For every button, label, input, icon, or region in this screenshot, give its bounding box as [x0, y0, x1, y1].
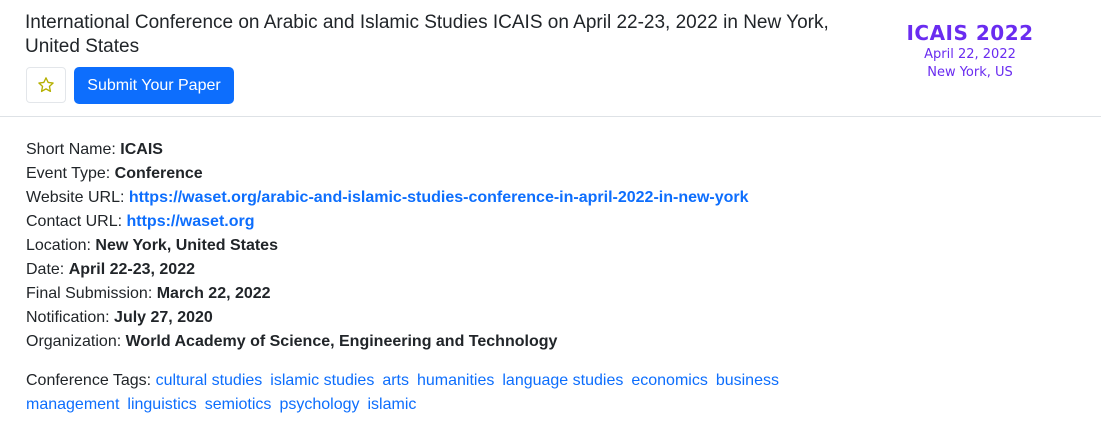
- detail-value: New York, United States: [95, 237, 278, 254]
- page-title: International Conference on Arabic and I…: [25, 12, 829, 57]
- submit-paper-button[interactable]: Submit Your Paper: [74, 67, 234, 104]
- tag-link[interactable]: arts: [382, 372, 409, 389]
- event-logo: ICAIS 2022 April 22, 2022 New York, US: [900, 20, 1040, 82]
- conference-tags: Conference Tags: cultural studies islamic…: [26, 369, 846, 417]
- detail-value: April 22-23, 2022: [68, 261, 195, 278]
- contact-link[interactable]: https://waset.org: [126, 213, 254, 230]
- detail-location: Location: New York, United States: [26, 234, 1076, 258]
- website-link[interactable]: https://waset.org/arabic-and-islamic-stu…: [129, 189, 749, 206]
- tag-link[interactable]: cultural studies: [156, 372, 263, 389]
- tag-link[interactable]: psychology: [279, 396, 359, 413]
- detail-final-submission: Final Submission: March 22, 2022: [26, 282, 1076, 306]
- detail-short-name: Short Name: ICAIS: [26, 138, 1076, 162]
- detail-label: Date:: [26, 261, 69, 278]
- detail-event-type: Event Type: Conference: [26, 162, 1076, 186]
- detail-value: World Academy of Science, Engineering an…: [125, 333, 558, 350]
- detail-label: Contact URL:: [26, 213, 127, 230]
- card-header: International Conference on Arabic and I…: [0, 0, 1101, 117]
- detail-label: Final Submission:: [26, 285, 157, 302]
- detail-label: Website URL:: [26, 189, 129, 206]
- tag-link[interactable]: economics: [631, 372, 707, 389]
- detail-label: Location:: [26, 237, 96, 254]
- detail-label: Short Name:: [26, 141, 121, 158]
- detail-website-url: Website URL: https://waset.org/arabic-an…: [26, 186, 1076, 210]
- detail-label: Notification:: [26, 309, 115, 326]
- detail-value: Conference: [114, 165, 203, 182]
- detail-value: July 27, 2020: [114, 309, 213, 326]
- conference-card: International Conference on Arabic and I…: [0, 0, 1101, 439]
- tag-link[interactable]: language studies: [502, 372, 623, 389]
- detail-notification: Notification: July 27, 2020: [26, 306, 1076, 330]
- detail-date: Date: April 22-23, 2022: [26, 258, 1076, 282]
- tag-link[interactable]: islamic: [367, 396, 416, 413]
- detail-value: ICAIS: [120, 141, 163, 158]
- tag-link[interactable]: islamic studies: [270, 372, 374, 389]
- tag-link[interactable]: humanities: [417, 372, 494, 389]
- detail-value: March 22, 2022: [156, 285, 271, 302]
- tag-link[interactable]: semiotics: [205, 396, 272, 413]
- detail-organization: Organization: World Academy of Science, …: [26, 330, 1076, 354]
- logo-date: April 22, 2022: [924, 47, 1016, 62]
- detail-label: Event Type:: [26, 165, 115, 182]
- tag-link[interactable]: linguistics: [127, 396, 196, 413]
- logo-title: ICAIS 2022: [906, 21, 1034, 45]
- tags-label: Conference Tags:: [26, 372, 156, 389]
- detail-contact-url: Contact URL: https://waset.org: [26, 210, 1076, 234]
- detail-label: Organization:: [26, 333, 126, 350]
- star-outline-icon: [38, 77, 54, 93]
- favorite-button[interactable]: [26, 67, 66, 103]
- logo-location: New York, US: [927, 65, 1013, 80]
- event-details: Short Name: ICAIS Event Type: Conference…: [26, 138, 1076, 354]
